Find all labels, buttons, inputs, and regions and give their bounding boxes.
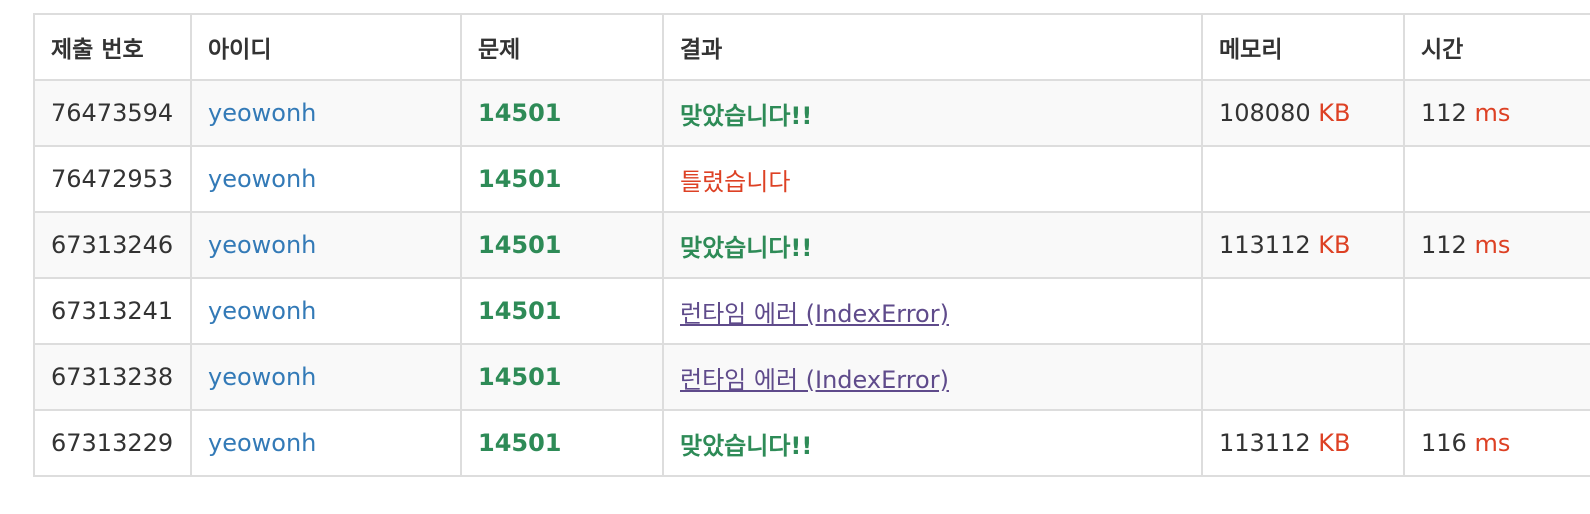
submission-id: 76472953 [33, 145, 192, 213]
memory-unit: KB [1318, 231, 1351, 259]
time-unit: ms [1474, 231, 1511, 259]
header-user-id: 아이디 [190, 13, 462, 81]
header-submission-id: 제출 번호 [33, 13, 192, 81]
memory-unit: KB [1318, 99, 1351, 127]
submission-status-table: 제출 번호 아이디 문제 결과 메모리 시간 76473594 yeowonh … [33, 13, 1590, 477]
submission-id: 67313241 [33, 277, 192, 345]
user-link[interactable]: yeowonh [208, 99, 316, 127]
result-runtime-error-link[interactable]: 런타임 에러 (IndexError) [680, 300, 949, 328]
memory-unit: KB [1318, 429, 1351, 457]
time-value: 112 [1421, 99, 1467, 127]
problem-link[interactable]: 14501 [478, 429, 562, 457]
user-link[interactable]: yeowonh [208, 363, 316, 391]
table-row: 67313246 yeowonh 14501 맞았습니다!! 113112 KB… [33, 211, 1590, 279]
result-accepted: 맞았습니다!! [680, 431, 813, 460]
time-value: 116 [1421, 429, 1467, 457]
status-table-container: 제출 번호 아이디 문제 결과 메모리 시간 76473594 yeowonh … [33, 13, 1590, 514]
time-unit: ms [1474, 99, 1511, 127]
table-row: 67313229 yeowonh 14501 맞았습니다!! 113112 KB… [33, 409, 1590, 477]
header-problem: 문제 [460, 13, 664, 81]
time-unit: ms [1474, 429, 1511, 457]
user-link[interactable]: yeowonh [208, 429, 316, 457]
table-row: 67313238 yeowonh 14501 런타임 에러 (IndexErro… [33, 343, 1590, 411]
result-accepted: 맞았습니다!! [680, 101, 813, 130]
result-accepted: 맞았습니다!! [680, 233, 813, 262]
problem-link[interactable]: 14501 [478, 165, 562, 193]
header-result: 결과 [662, 13, 1203, 81]
problem-link[interactable]: 14501 [478, 363, 562, 391]
memory-value: 108080 [1219, 99, 1311, 127]
user-link[interactable]: yeowonh [208, 165, 316, 193]
submission-id: 76473594 [33, 79, 192, 147]
result-wrong-answer: 틀렸습니다 [680, 167, 791, 196]
header-time: 시간 [1403, 13, 1590, 81]
table-header: 제출 번호 아이디 문제 결과 메모리 시간 [33, 13, 1590, 81]
table-row: 76473594 yeowonh 14501 맞았습니다!! 108080 KB… [33, 79, 1590, 147]
memory-value: 113112 [1219, 429, 1311, 457]
table-row: 67313241 yeowonh 14501 런타임 에러 (IndexErro… [33, 277, 1590, 345]
table-body: 76473594 yeowonh 14501 맞았습니다!! 108080 KB… [33, 79, 1590, 477]
submission-id: 67313246 [33, 211, 192, 279]
submission-id: 67313238 [33, 343, 192, 411]
submission-id: 67313229 [33, 409, 192, 477]
problem-link[interactable]: 14501 [478, 231, 562, 259]
time-value: 112 [1421, 231, 1467, 259]
problem-link[interactable]: 14501 [478, 297, 562, 325]
problem-link[interactable]: 14501 [478, 99, 562, 127]
user-link[interactable]: yeowonh [208, 297, 316, 325]
header-row: 제출 번호 아이디 문제 결과 메모리 시간 [33, 13, 1590, 81]
table-row: 76472953 yeowonh 14501 틀렸습니다 [33, 145, 1590, 213]
result-runtime-error-link[interactable]: 런타임 에러 (IndexError) [680, 366, 949, 394]
header-memory: 메모리 [1201, 13, 1405, 81]
user-link[interactable]: yeowonh [208, 231, 316, 259]
memory-value: 113112 [1219, 231, 1311, 259]
